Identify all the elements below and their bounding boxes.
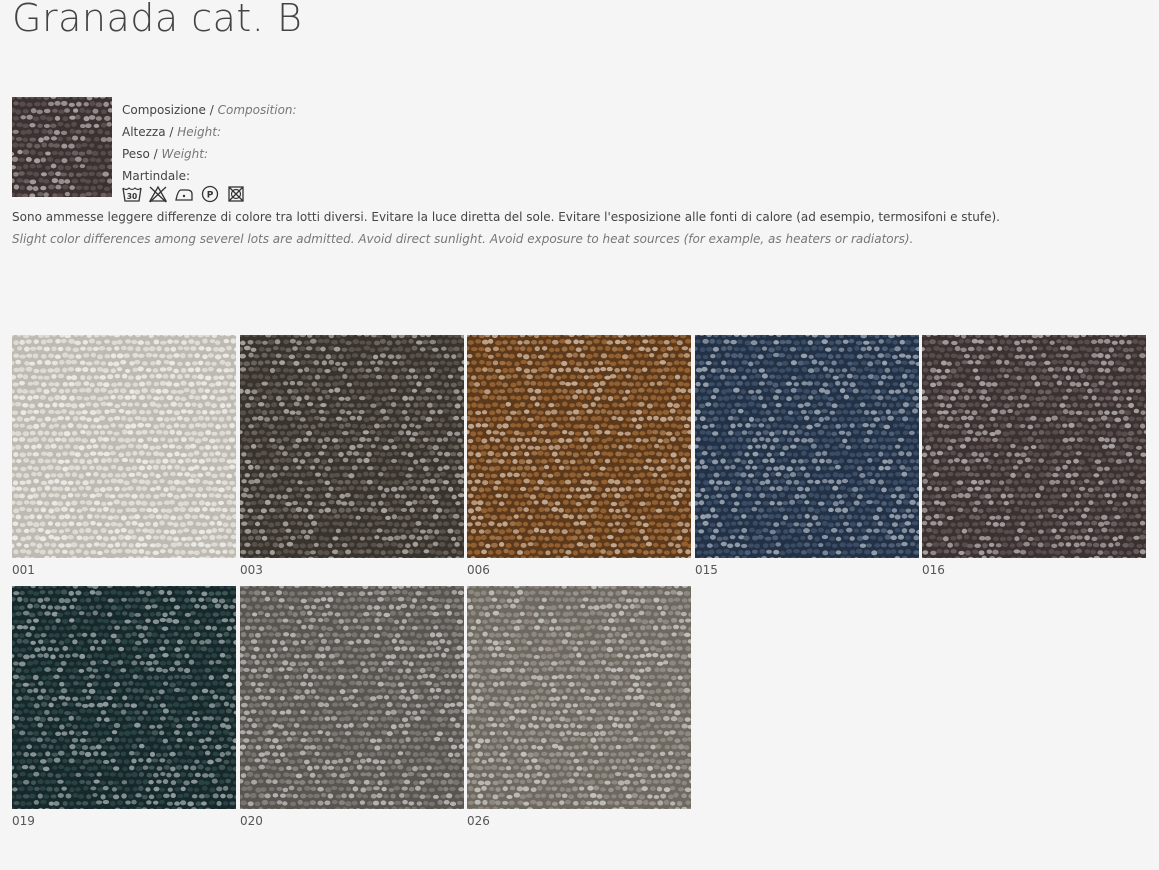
page-title: Granada cat. B [12,0,303,40]
swatch-texture [467,586,691,809]
spec-height: Altezza / Height: [122,121,297,143]
fabric-swatch[interactable] [467,335,691,558]
spec-separator: / [149,147,162,161]
swatch-texture [922,335,1146,558]
wash-30-icon: 30 [122,187,142,202]
swatch-texture [240,335,464,558]
spec-label-en: Composition [217,103,293,117]
spec-label-it: Altezza [122,125,166,139]
swatch-texture [12,586,236,809]
fabric-swatch[interactable] [695,335,919,558]
swatch-code: 015 [695,563,718,577]
fabric-swatch[interactable] [12,586,236,809]
spec-colon: : [292,103,297,117]
color-notes: Sono ammesse leggere differenze di color… [12,206,1152,250]
swatch-texture [12,335,236,558]
swatch-texture [695,335,919,558]
fabric-thumbnail [1,93,125,205]
fabric-swatch[interactable] [240,586,464,809]
swatch-code: 019 [12,814,35,828]
swatch-code: 001 [12,563,35,577]
spec-martindale: Martindale: [122,165,297,187]
care-icons: 30 P [122,185,246,203]
swatch-code: 003 [240,563,263,577]
spec-colon: : [216,125,221,139]
wash-temp-label: 30 [127,192,137,201]
fabric-swatch[interactable] [12,335,236,558]
spec-weight: Peso / Weight: [122,143,297,165]
swatch-texture [240,586,464,809]
spec-label-en: Weight [161,147,204,161]
fabric-swatch[interactable] [467,586,691,809]
swatch-code: 006 [467,563,490,577]
spec-label-en: Height [177,125,217,139]
swatch-code: 026 [467,814,490,828]
spec-label-it: Composizione [122,103,206,117]
spec-label-it: Peso [122,147,150,161]
swatch-code: 020 [240,814,263,828]
note-english: Slight color differences among severel l… [12,232,914,246]
spec-separator: / [205,103,218,117]
swatch-code: 016 [922,563,945,577]
fabric-swatch[interactable] [922,335,1146,558]
dry-clean-label: P [207,191,214,201]
specs-list: Composizione / Composition: Altezza / He… [122,99,297,187]
fabric-swatch[interactable] [240,335,464,558]
no-tumble-dry-icon [228,186,244,202]
spec-separator: / [165,125,178,139]
spec-composition: Composizione / Composition: [122,99,297,121]
dry-clean-p-icon: P [201,185,219,203]
spec-colon: : [203,147,209,161]
iron-low-icon [175,189,193,201]
no-bleach-icon [148,185,168,203]
note-italian: Sono ammesse leggere differenze di color… [12,210,1000,224]
spec-label: Martindale: [122,169,191,183]
fabric-texture [1,93,125,205]
swatch-texture [467,335,691,558]
